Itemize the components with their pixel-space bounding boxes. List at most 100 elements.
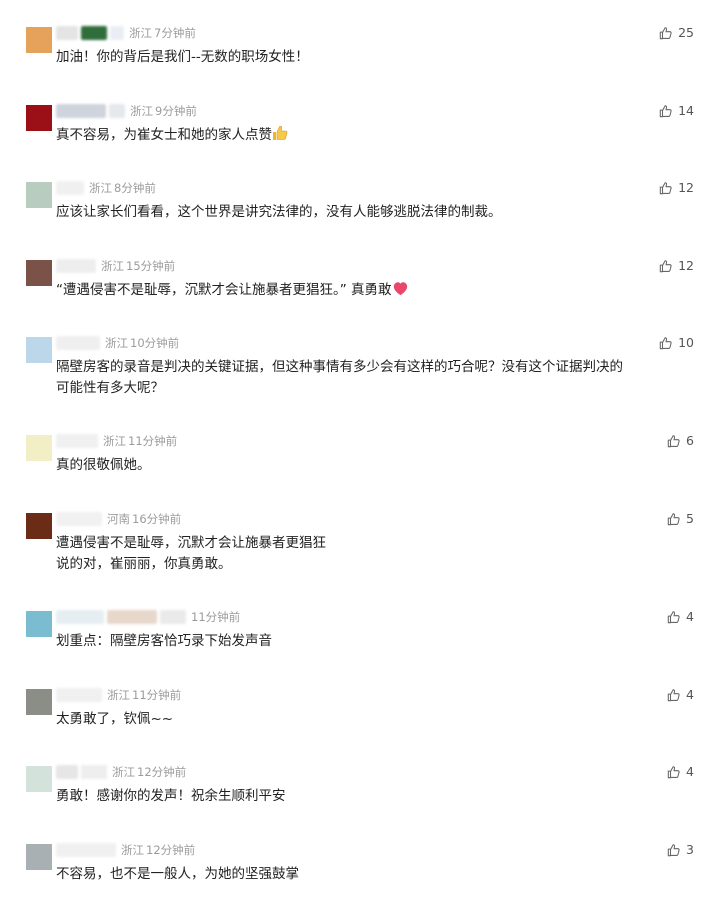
comment-time: 12分钟前 — [146, 843, 196, 857]
blurred-username[interactable] — [56, 843, 116, 857]
comment-text-line: 可能性有多大呢？ — [56, 380, 164, 396]
avatar[interactable] — [26, 105, 52, 131]
thumbs-up-icon — [659, 181, 673, 195]
avatar[interactable] — [26, 689, 52, 715]
comment-text-line: 勇敢！感谢你的发声！祝余生顺利平安 — [56, 788, 286, 804]
like-count: 4 — [686, 764, 694, 779]
blurred-username[interactable] — [109, 104, 125, 118]
comment-text: 应该让家长们看看，这个世界是讲究法律的，没有人能够逃脱法律的制裁。 — [56, 202, 696, 223]
comment-text: 遭遇侵害不是耻辱，沉默才会让施暴者更猖狂 说的对，崔丽丽，你真勇敢。 — [56, 533, 696, 575]
comment-text: 太勇敢了，钦佩~~ — [56, 709, 696, 730]
comment-text-line: 隔壁房客的录音是判决的关键证据，但这种事情有多少会有这样的巧合呢？没有这个证据判… — [56, 359, 623, 375]
avatar[interactable] — [26, 611, 52, 637]
comment-meta: 浙江 11分钟前 — [56, 687, 181, 703]
comment-text-line: 不容易，也不是一般人，为她的坚强鼓掌 — [56, 866, 299, 882]
like-button[interactable]: 25 — [659, 25, 694, 40]
comment-time: 11分钟前 — [132, 688, 182, 702]
comment-meta: 浙江 10分钟前 — [56, 335, 179, 351]
comment-time: 9分钟前 — [155, 104, 197, 118]
comment-text: 真的很敬佩她。 — [56, 455, 696, 476]
comment-time: 11分钟前 — [191, 610, 241, 624]
avatar[interactable] — [26, 260, 52, 286]
like-button[interactable]: 4 — [667, 687, 694, 702]
comment-meta: 11分钟前 — [56, 609, 240, 625]
like-button[interactable]: 12 — [659, 180, 694, 195]
comment-text: 真不容易，为崔女士和她的家人点赞 — [56, 125, 696, 146]
comment-location: 浙江 — [121, 843, 144, 857]
blurred-username[interactable] — [56, 104, 106, 118]
blurred-username[interactable] — [56, 181, 84, 195]
comment-text: 不容易，也不是一般人，为她的坚强鼓掌 — [56, 864, 696, 885]
blurred-username[interactable] — [56, 336, 100, 350]
like-count: 5 — [686, 511, 694, 526]
avatar[interactable] — [26, 337, 52, 363]
comment-time: 11分钟前 — [128, 434, 178, 448]
thumbs-up-icon — [667, 765, 681, 779]
comment-text-line: 划重点：隔壁房客恰巧录下始发声音 — [56, 633, 272, 649]
blurred-username[interactable] — [81, 765, 107, 779]
blurred-username[interactable] — [56, 512, 102, 526]
avatar[interactable] — [26, 182, 52, 208]
blurred-username[interactable] — [56, 765, 78, 779]
blurred-username[interactable] — [160, 610, 186, 624]
blurred-username[interactable] — [56, 688, 102, 702]
like-button[interactable]: 5 — [667, 511, 694, 526]
avatar[interactable] — [26, 844, 52, 870]
comment-location: 浙江 — [101, 259, 124, 273]
thumbs-up-icon — [667, 688, 681, 702]
thumbs-up-icon — [667, 843, 681, 857]
like-count: 4 — [686, 609, 694, 624]
blurred-username[interactable] — [56, 259, 96, 273]
like-count: 4 — [686, 687, 694, 702]
avatar[interactable] — [26, 435, 52, 461]
like-count: 3 — [686, 842, 694, 857]
comment-text-line: 真不容易，为崔女士和她的家人点赞 — [56, 127, 272, 143]
comment-text-line: 遭遇侵害不是耻辱，沉默才会让施暴者更猖狂 — [56, 535, 326, 551]
comment-location: 河南 — [107, 512, 130, 526]
thumbs-up-icon — [659, 259, 673, 273]
comment-meta: 浙江 11分钟前 — [56, 433, 177, 449]
avatar[interactable] — [26, 766, 52, 792]
comment-location: 浙江 — [105, 336, 128, 350]
comment-time: 8分钟前 — [114, 181, 156, 195]
like-count: 14 — [678, 103, 694, 118]
blurred-username[interactable] — [107, 610, 157, 624]
comment-meta: 浙江 12分钟前 — [56, 842, 195, 858]
thumbs-up-icon — [659, 26, 673, 40]
blurred-username[interactable] — [81, 26, 107, 40]
comment-location: 浙江 — [130, 104, 153, 118]
like-button[interactable]: 10 — [659, 335, 694, 350]
thumbs-up-icon — [667, 434, 681, 448]
heart-emoji-icon — [393, 282, 407, 296]
like-button[interactable]: 12 — [659, 258, 694, 273]
like-button[interactable]: 6 — [667, 433, 694, 448]
comment-location: 浙江 — [103, 434, 126, 448]
comment-time: 12分钟前 — [137, 765, 187, 779]
comment-text-line: 说的对，崔丽丽，你真勇敢。 — [56, 556, 232, 572]
avatar[interactable] — [26, 27, 52, 53]
like-count: 10 — [678, 335, 694, 350]
comment-location: 浙江 — [89, 181, 112, 195]
like-button[interactable]: 14 — [659, 103, 694, 118]
thumbs-up-icon — [667, 512, 681, 526]
blurred-username[interactable] — [110, 26, 124, 40]
comment-meta: 浙江 9分钟前 — [56, 103, 197, 119]
like-button[interactable]: 4 — [667, 764, 694, 779]
blurred-username[interactable] — [56, 610, 104, 624]
comment-meta: 浙江 12分钟前 — [56, 764, 186, 780]
blurred-username[interactable] — [56, 434, 98, 448]
thumbs-up-emoji-icon — [273, 125, 288, 140]
comment-location: 浙江 — [107, 688, 130, 702]
comment-text: “遭遇侵害不是耻辱，沉默才会让施暴者更猖狂。” 真勇敢 — [56, 280, 696, 301]
comment-text-line: 应该让家长们看看，这个世界是讲究法律的，没有人能够逃脱法律的制裁。 — [56, 204, 502, 220]
comment-text: 勇敢！感谢你的发声！祝余生顺利平安 — [56, 786, 696, 807]
like-button[interactable]: 4 — [667, 609, 694, 624]
blurred-username[interactable] — [56, 26, 78, 40]
thumbs-up-icon — [659, 104, 673, 118]
like-button[interactable]: 3 — [667, 842, 694, 857]
thumbs-up-icon — [659, 336, 673, 350]
comment-text: 划重点：隔壁房客恰巧录下始发声音 — [56, 631, 696, 652]
avatar[interactable] — [26, 513, 52, 539]
comment-text-line: 真的很敬佩她。 — [56, 457, 151, 473]
like-count: 12 — [678, 180, 694, 195]
